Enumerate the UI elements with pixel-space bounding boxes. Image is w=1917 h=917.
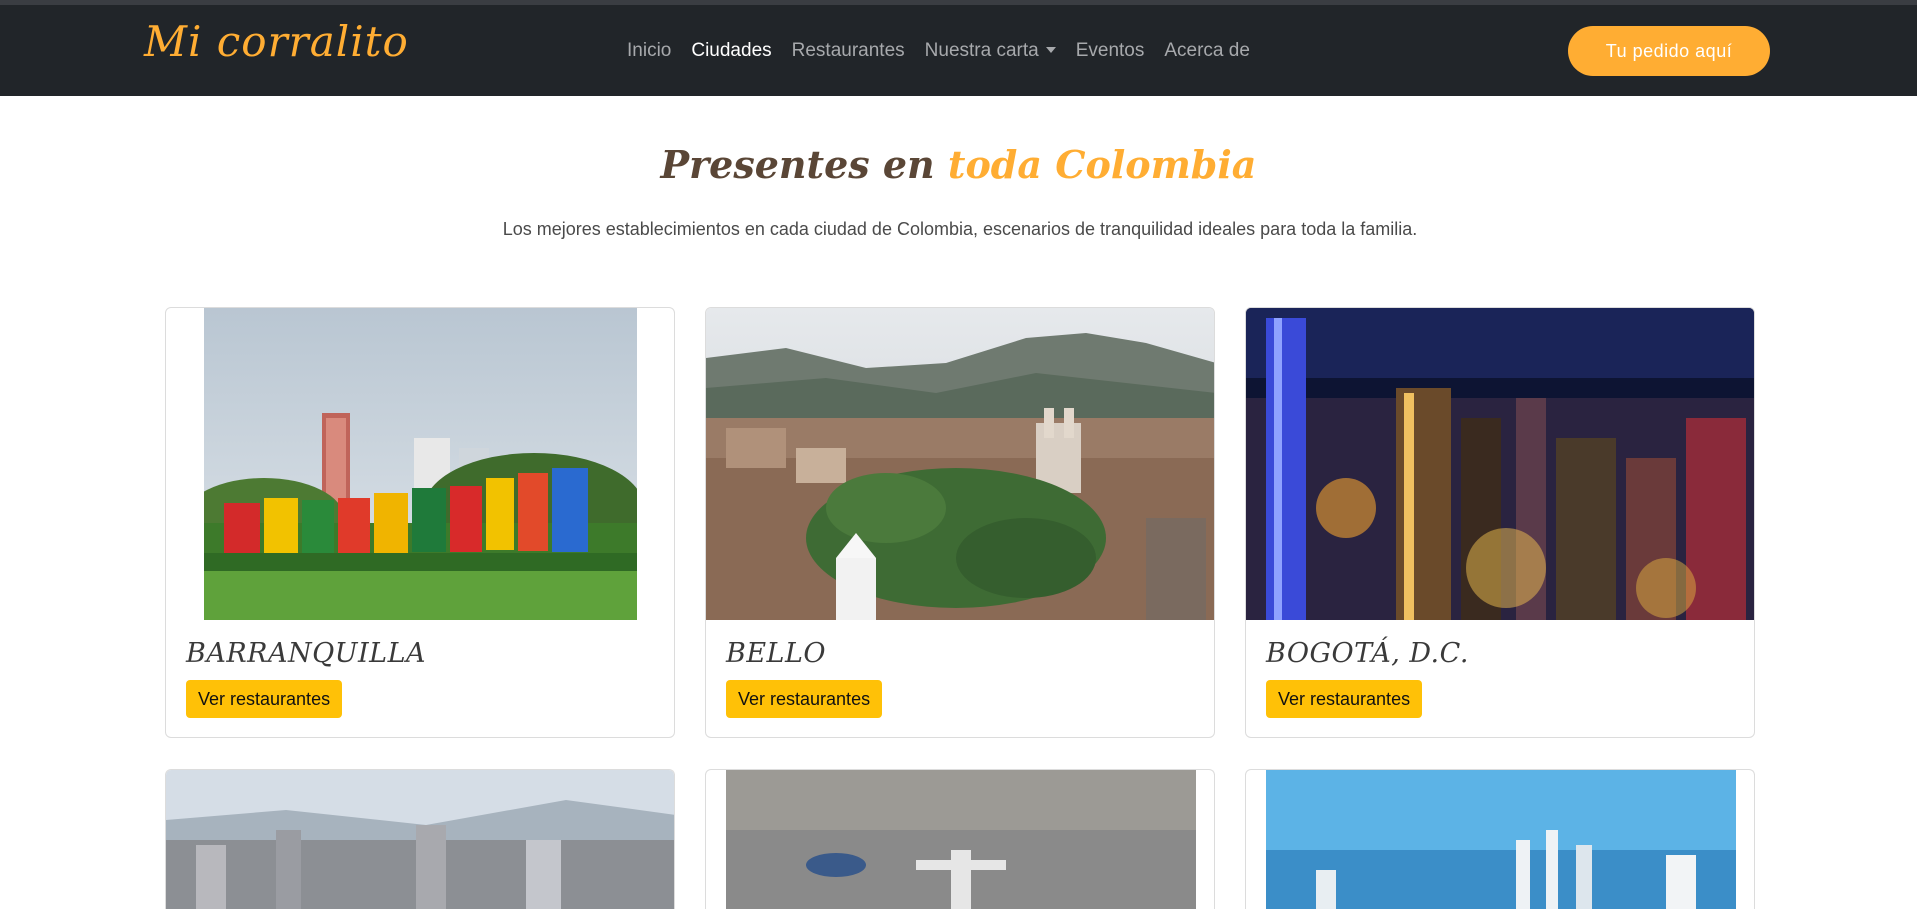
order-button[interactable]: Tu pedido aquí [1568,26,1770,76]
view-restaurants-button[interactable]: Ver restaurantes [726,680,883,718]
brand-logo[interactable]: Mi corralito [144,17,409,66]
city-name: BOGOTÁ, D.C. [1266,638,1469,669]
city-skyline-image [166,770,674,909]
city-card [1245,769,1755,909]
city-card-bello: BELLO Ver restaurantes [705,307,1215,738]
coastal-skyline-image [1266,770,1736,909]
bogota-image [1246,308,1754,620]
view-restaurants-button[interactable]: Ver restaurantes [1266,680,1423,718]
page-title: Presentes en toda Colombia [0,142,1917,187]
city-name: BELLO [726,638,827,669]
city-name: BARRANQUILLA [186,638,427,669]
cristo-rey-image [726,770,1196,909]
navbar: Mi corralito Inicio Ciudades Restaurante… [0,5,1917,96]
nav-item-ciudades[interactable]: Ciudades [691,40,771,62]
city-card-barranquilla: BARRANQUILLA Ver restaurantes [165,307,675,738]
nav-menu: Inicio Ciudades Restaurantes Nuestra car… [627,5,1270,96]
nav-item-nuestra-carta-label: Nuestra carta [924,39,1039,61]
page-title-part1: Presentes en [660,142,948,187]
nav-item-restaurantes[interactable]: Restaurantes [792,40,905,62]
city-card-bogota: BOGOTÁ, D.C. Ver restaurantes [1245,307,1755,738]
barranquilla-image [204,308,637,620]
view-restaurants-button[interactable]: Ver restaurantes [186,680,343,718]
page-title-accent: toda Colombia [947,142,1257,187]
city-card [165,769,675,909]
nav-item-inicio[interactable]: Inicio [627,40,671,62]
bello-image [706,308,1214,620]
page-subtitle: Los mejores establecimientos en cada ciu… [502,219,1418,239]
nav-item-acerca-de[interactable]: Acerca de [1164,40,1250,62]
city-card [705,769,1215,909]
chevron-down-icon [1045,46,1056,53]
nav-item-nuestra-carta[interactable]: Nuestra carta [925,40,1056,62]
nav-item-eventos[interactable]: Eventos [1076,40,1145,62]
